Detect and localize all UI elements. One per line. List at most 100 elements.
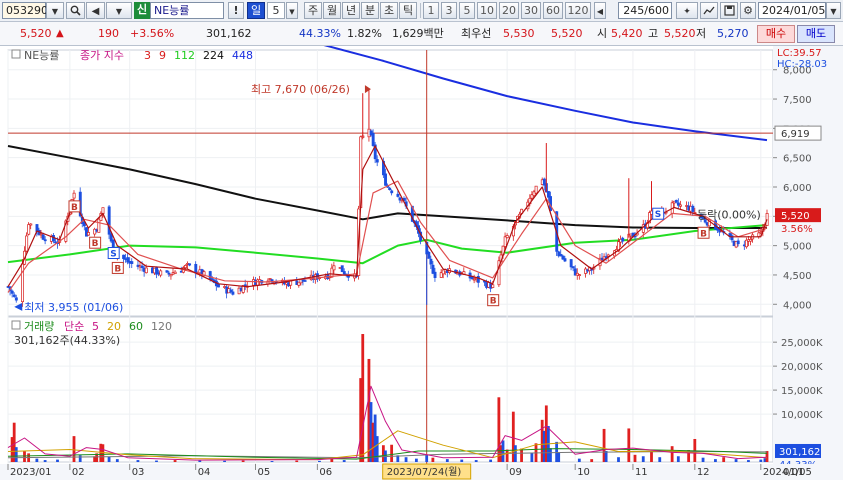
legend-ma-3: 3	[144, 49, 151, 62]
signal-letter: S	[110, 250, 116, 260]
stock-list-button[interactable]: ▼	[106, 2, 132, 19]
n-button-60[interactable]: 60	[543, 2, 563, 19]
n-button-20[interactable]: 20	[499, 2, 519, 19]
candle-body	[144, 267, 148, 274]
reference-price-label: 6,919	[781, 129, 810, 140]
volume-bar	[173, 460, 177, 462]
scroll-left-button[interactable]: ◀	[594, 2, 606, 19]
period-month-button[interactable]: 월	[323, 2, 341, 19]
month-label: 2023/01	[10, 467, 52, 478]
candle-body	[371, 132, 375, 146]
low-label: 저	[696, 27, 707, 40]
volume-bar	[241, 460, 245, 462]
n-button-3[interactable]: 3	[441, 2, 457, 19]
warning-button[interactable]: !	[228, 2, 244, 19]
candle-body	[169, 274, 173, 277]
period-week-button[interactable]: 주	[304, 2, 322, 19]
legend-ma-9: 9	[159, 49, 166, 62]
period-n-dropdown[interactable]: ▼	[286, 2, 298, 19]
volume-bar	[557, 452, 561, 462]
stock-name-field[interactable]: NE능률	[150, 2, 224, 19]
change-percent: +3.56%	[130, 27, 175, 40]
best-ask: 5,530	[503, 27, 535, 40]
code-dropdown-button[interactable]: ▼	[46, 2, 64, 19]
best-bid: 5,520	[551, 27, 583, 40]
candle-body	[41, 234, 45, 240]
period-minute-button[interactable]: 분	[361, 2, 379, 19]
candle-body	[43, 239, 47, 242]
legend-ma-224: 224	[203, 49, 224, 62]
settings-button[interactable]: ⚙	[740, 2, 756, 19]
volume-bar	[501, 440, 505, 462]
month-label: 06	[319, 467, 332, 478]
period-n-input[interactable]: 5	[267, 2, 285, 19]
candle-body	[130, 261, 134, 264]
volume-bar	[641, 456, 645, 462]
candle-body	[491, 284, 495, 288]
n-button-10[interactable]: 10	[477, 2, 497, 19]
period-second-button[interactable]: 초	[380, 2, 398, 19]
view-total: /600	[644, 4, 669, 17]
volume-bar	[72, 436, 76, 462]
volume-plot-area	[7, 316, 774, 463]
volume-tick-label: 25,000K	[781, 338, 823, 349]
candle-body	[563, 258, 567, 262]
price-tick-label: 4,500	[783, 271, 812, 282]
volume-bar	[460, 459, 464, 462]
volume-bar	[115, 459, 119, 462]
period-day-button[interactable]: 일	[247, 2, 265, 19]
candle-body	[674, 199, 678, 203]
candle-body	[427, 251, 431, 259]
volume-bar	[56, 459, 59, 462]
drawing-button[interactable]	[700, 2, 718, 19]
signal-letter: S	[655, 210, 661, 220]
stock-code-input[interactable]: 053290	[2, 2, 48, 19]
candle-body	[388, 187, 392, 191]
quote-bar: 5,520 ▲ 190 +3.56% 301,162 44.33% 1.82% …	[0, 22, 843, 46]
up-arrow-icon: ▲	[56, 28, 64, 39]
candle-body	[736, 240, 740, 245]
price-tick-label: 7,500	[783, 95, 812, 106]
save-button[interactable]	[720, 2, 738, 19]
volume-bar	[759, 459, 763, 462]
period-year-button[interactable]: 년	[342, 2, 360, 19]
volume-bar	[375, 436, 379, 462]
chart-tools-button[interactable]: ✦	[676, 2, 698, 19]
volume-bar	[35, 458, 39, 462]
volume-bar	[445, 459, 449, 462]
max-price-label: 최고 7,670 (06/26)	[251, 83, 350, 96]
candle-body	[621, 237, 625, 242]
volume-bar	[747, 460, 750, 462]
legend-stock-name: NE능률	[24, 49, 59, 62]
date-dropdown-button[interactable]: ▼	[826, 2, 841, 19]
volume-bar	[530, 452, 534, 462]
n-button-5[interactable]: 5	[459, 2, 475, 19]
n-button-1[interactable]: 1	[423, 2, 439, 19]
volume-legend-ma-60: 60	[129, 320, 143, 333]
n-button-120[interactable]: 120	[565, 2, 591, 19]
stock-chart[interactable]: 8,0007,5007,0006,5006,0005,5005,0004,500…	[0, 46, 843, 480]
sell-button[interactable]: 매도	[797, 25, 835, 43]
volume-bar	[342, 460, 346, 462]
view-count-field[interactable]: 245/600	[618, 2, 672, 19]
period-tick-button[interactable]: 틱	[399, 2, 417, 19]
legend-title: 종가 지수	[80, 49, 124, 62]
candle-body	[503, 236, 507, 247]
price-tick-label: 5,000	[783, 242, 812, 253]
volume-value: 301,162	[206, 27, 252, 40]
volume-bar	[107, 456, 111, 462]
volume-legend-ma-5: 5	[92, 320, 99, 333]
month-label: 12	[697, 467, 710, 478]
search-button[interactable]	[66, 2, 85, 19]
n-button-30[interactable]: 30	[521, 2, 541, 19]
save-icon	[723, 5, 735, 16]
candle-body	[122, 254, 126, 259]
volume-ratio: 44.33%	[299, 27, 341, 40]
volume-legend-simple: 단순	[64, 320, 84, 333]
date-field[interactable]: 2024/01/05	[758, 2, 826, 19]
buy-button[interactable]: 매수	[757, 25, 795, 43]
volume-bar	[714, 459, 717, 462]
candle-body	[27, 224, 31, 235]
candle-body	[691, 205, 695, 212]
sound-button[interactable]: ◀	[86, 2, 105, 19]
